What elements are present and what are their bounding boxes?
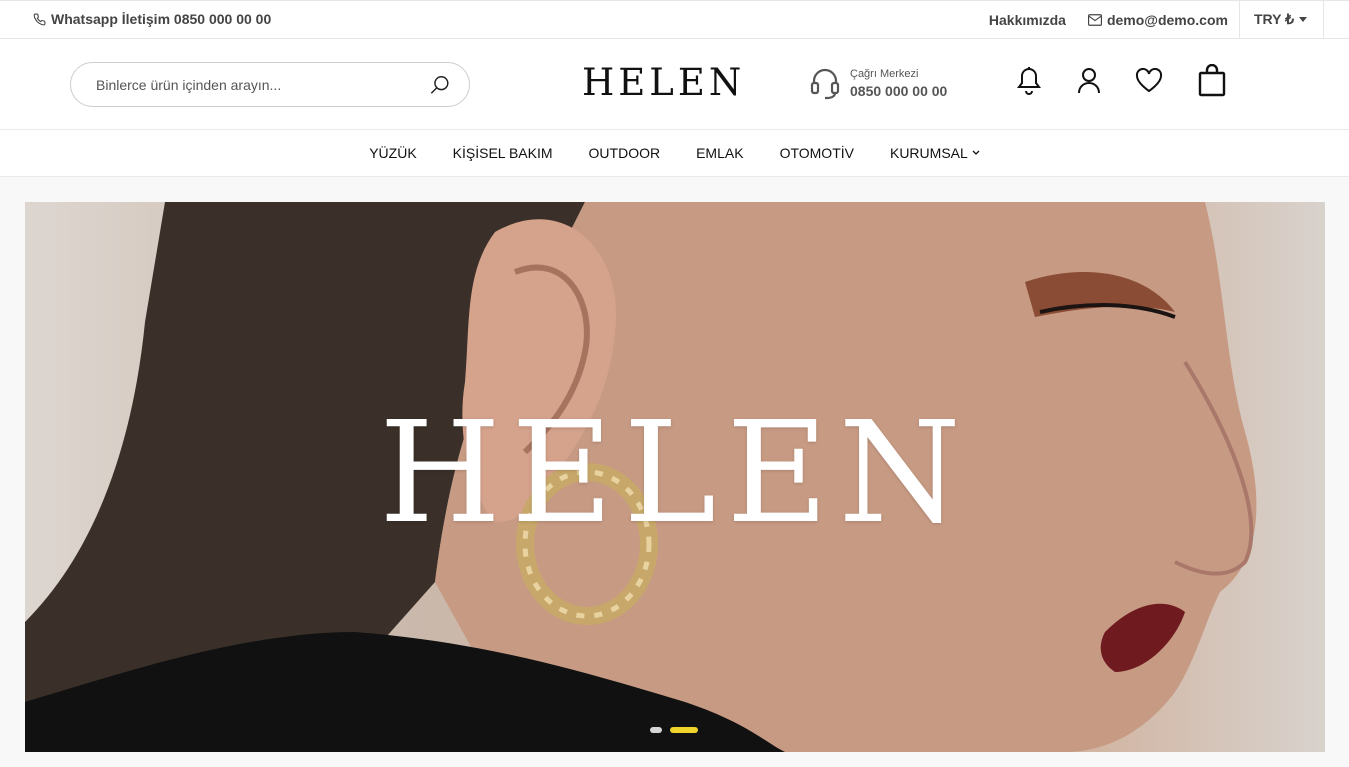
search-box <box>70 62 470 107</box>
nav-item-otomotiv[interactable]: OTOMOTİV <box>780 145 854 161</box>
hero-slider[interactable]: HELEN <box>25 202 1325 752</box>
mail-icon <box>1087 13 1102 26</box>
email-label: demo@demo.com <box>1106 11 1228 28</box>
about-label: Hakkımızda <box>988 11 1066 28</box>
top-bar: Whatsapp İletişim 0850 000 00 00 Hakkımı… <box>0 0 1349 39</box>
chevron-down-icon <box>972 150 980 155</box>
headset-icon <box>810 68 840 100</box>
nav-item-kurumsal[interactable]: KURUMSAL <box>890 145 980 161</box>
search-input[interactable] <box>96 75 416 95</box>
slider-dot[interactable] <box>650 727 662 733</box>
nav-item-kisisel-bakim[interactable]: KİŞİSEL BAKIM <box>453 145 553 161</box>
nav-item-outdoor[interactable]: OUTDOOR <box>589 145 661 161</box>
site-logo[interactable]: HELEN <box>582 61 745 104</box>
main-nav: YÜZÜK KİŞİSEL BAKIM OUTDOOR EMLAK OTOMOT… <box>0 130 1349 177</box>
site-header: HELEN Çağrı Merkezi 0850 000 00 00 <box>0 39 1349 130</box>
nav-item-kurumsal-label: KURUMSAL <box>889 145 968 161</box>
whatsapp-contact[interactable]: Whatsapp İletişim 0850 000 00 00 <box>33 11 271 27</box>
currency-label: TRY ₺ <box>1253 11 1294 27</box>
caret-down-icon <box>1299 17 1307 22</box>
heart-icon[interactable] <box>1135 66 1163 96</box>
about-link[interactable]: Hakkımızda <box>978 12 1077 28</box>
hero-title: HELEN <box>379 392 971 555</box>
nav-item-yuzuk[interactable]: YÜZÜK <box>369 145 416 161</box>
bell-icon[interactable] <box>1017 66 1041 96</box>
shopping-bag-icon[interactable] <box>1197 64 1227 98</box>
phone-icon <box>33 13 46 25</box>
nav-item-emlak[interactable]: EMLAK <box>696 145 743 161</box>
currency-selector[interactable]: TRY ₺ <box>1238 1 1324 38</box>
user-icon[interactable] <box>1077 66 1101 96</box>
call-center-label: Çağrı Merkezi <box>850 67 919 80</box>
slider-dots <box>650 727 706 733</box>
email-link[interactable]: demo@demo.com <box>1077 12 1239 28</box>
call-center-number: 0850 000 00 00 <box>850 82 948 99</box>
search-icon[interactable] <box>429 74 451 96</box>
call-center[interactable]: Çağrı Merkezi 0850 000 00 00 <box>810 66 947 100</box>
whatsapp-text: Whatsapp İletişim 0850 000 00 00 <box>51 11 272 27</box>
slider-dot-active[interactable] <box>670 727 698 733</box>
